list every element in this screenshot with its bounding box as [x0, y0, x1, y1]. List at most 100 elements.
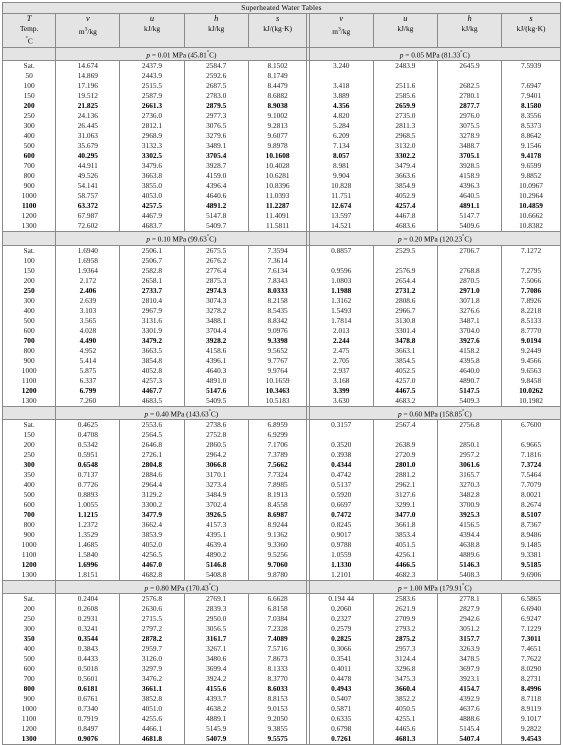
cell-left-h: 3066.8 — [183, 460, 249, 471]
cell-right-h: 2780.1 — [436, 91, 503, 102]
cell-temperature: 700 — [1, 335, 57, 346]
cell-left-s: 9.1362 — [247, 530, 308, 541]
cell-left-h: 4891.0 — [183, 375, 249, 386]
cell-right-v: 3.168 — [308, 375, 374, 386]
pressure-header-temp-spacer-1 — [1, 231, 57, 246]
cell-left-u: 2506.7 — [119, 255, 185, 266]
cell-right-h: 3278.9 — [436, 131, 503, 142]
cell-right-h: 3478.5 — [436, 654, 503, 665]
cell-left-u: 2726.1 — [119, 450, 185, 461]
cell-temperature: 500 — [1, 315, 57, 326]
cell-right-v: 1.5493 — [308, 305, 374, 316]
cell-right-v: 0.8245 — [308, 520, 374, 531]
table-row: 1300 0.9076 4681.8 5407.9 9.5575 0.7261 4681.3… — [1, 734, 561, 745]
cell-left-v: 1.4685 — [55, 540, 121, 551]
cell-left-v: 19.512 — [55, 91, 121, 102]
cell-right-s: 8.7118 — [501, 694, 561, 705]
cell-right-v: 0.7472 — [308, 510, 374, 521]
cell-left-s: 10.3463 — [247, 385, 308, 396]
table-row: 600 4.028 3301.9 3704.4 9.0976 2.013 3301.4 370… — [1, 325, 561, 336]
cell-right-u: 3124.4 — [372, 654, 438, 665]
cell-left-h: 2676.2 — [183, 255, 249, 266]
cell-left-h: 4393.7 — [183, 694, 249, 705]
cell-right-h: 2778.1 — [436, 593, 503, 605]
cell-left-s: 10.1659 — [247, 375, 308, 386]
cell-right-h: 4891.1 — [436, 201, 503, 212]
pressure-header-left-3: p = 0.80 MPa (170.43°C) — [55, 579, 308, 595]
water-tables-body: Superheated Water Tables T Temp. °C v m3/kg u k… — [1, 1, 562, 745]
cell-left-h: 2974.3 — [183, 285, 249, 296]
cell-left-h: 4157.3 — [183, 520, 249, 531]
cell-right-s: 9.3381 — [501, 550, 561, 561]
table-row: 400 3.103 2967.9 3278.2 8.5435 1.5493 2966.7 32… — [1, 305, 561, 316]
cell-left-v: 0.2404 — [55, 593, 121, 605]
cell-right-s: 7.9401 — [501, 91, 561, 102]
cell-left-s: 9.0976 — [247, 325, 308, 336]
table-row: 250 0.5951 2726.1 2964.2 7.3789 0.3938 2720.9 2… — [1, 450, 561, 461]
cell-right-u: 2576.9 — [372, 265, 438, 276]
cell-right-v: 3.240 — [308, 60, 374, 72]
pressure-header-left-2: p = 0.40 MPa (143.63°C) — [55, 405, 308, 421]
cell-right-s: 9.4566 — [501, 355, 561, 366]
cell-right-u: 2808.6 — [372, 295, 438, 306]
cell-left-h: 4155.6 — [183, 684, 249, 695]
cell-temperature: 900 — [1, 694, 57, 705]
cell-right-h: 4890.7 — [436, 375, 503, 386]
cell-right-s: 10.2964 — [501, 191, 561, 202]
cell-right-u: 3661.8 — [372, 520, 438, 531]
cell-temperature: 200 — [1, 101, 57, 112]
cell-temperature: 250 — [1, 450, 57, 461]
cell-left-v: 63.372 — [55, 201, 121, 212]
table-row: 900 54.141 3855.0 4396.4 10.8396 10.828 3854.9… — [1, 181, 561, 192]
cell-right-h: 2957.2 — [436, 450, 503, 461]
cell-temperature: 350 — [1, 634, 57, 645]
table-row: 1000 58.757 4053.0 4640.6 11.0393 11.751 4052.… — [1, 191, 561, 202]
table-row: 400 0.7726 2964.4 3273.4 7.8985 0.5137 2962.1 3… — [1, 480, 561, 491]
cell-right-u: 2654.4 — [372, 275, 438, 286]
cell-temperature: 1000 — [1, 540, 57, 551]
table-row: 150 19.512 2587.9 2783.0 8.6882 3.889 2585.6 27… — [1, 91, 561, 102]
cell-temperature: 500 — [1, 654, 57, 665]
cell-right-h: 3061.6 — [436, 460, 503, 471]
cell-right-s: 9.8458 — [501, 375, 561, 386]
cell-left-s: 10.6281 — [247, 171, 308, 182]
cell-right-u: 3301.4 — [372, 325, 438, 336]
pressure-header-right-3: p = 1.00 MPa (179.91°C) — [308, 579, 562, 595]
cell-left-s: 9.3855 — [247, 724, 308, 735]
cell-temperature: 1100 — [1, 550, 57, 561]
cell-right-h: 2870.5 — [436, 275, 503, 286]
cell-left-s: 7.0384 — [247, 614, 308, 625]
cell-right-s: 8.3556 — [501, 111, 561, 122]
cell-left-u: 3853.9 — [119, 530, 185, 541]
cell-right-u — [372, 255, 438, 266]
cell-left-s: 9.6077 — [247, 131, 308, 142]
table-row: 250 0.2931 2715.5 2950.0 7.0384 0.2327 2709.9 2… — [1, 614, 561, 625]
cell-right-h — [436, 255, 503, 266]
cell-left-h: 4638.2 — [183, 704, 249, 715]
cell-left-v: 14.869 — [55, 71, 121, 82]
cell-right-v: 0.8857 — [308, 245, 374, 256]
cell-right-s: 10.6662 — [501, 211, 561, 222]
table-row: 900 5.414 3854.8 4396.1 9.7767 2.705 3854.5 439… — [1, 355, 561, 366]
pressure-header-temp-spacer-2 — [1, 405, 57, 421]
cell-left-h: 2675.5 — [183, 245, 249, 256]
cell-left-h: 4640.3 — [183, 365, 249, 376]
cell-temperature: 900 — [1, 181, 57, 192]
cell-temperature: 300 — [1, 624, 57, 635]
cell-temperature: 300 — [1, 121, 57, 132]
cell-left-v: 0.5601 — [55, 674, 121, 685]
cell-right-h: 3923.1 — [436, 674, 503, 685]
cell-right-u: 3302.2 — [372, 151, 438, 162]
cell-right-v: 3.630 — [308, 395, 374, 407]
pressure-header-left-1: p = 0.10 MPa (99.63°C) — [55, 231, 308, 246]
cell-right-v: 0.4742 — [308, 470, 374, 481]
table-row: 200 0.2608 2630.6 2839.3 6.8158 0.2060 2621.9 2… — [1, 604, 561, 615]
cell-right-v: 0.4943 — [308, 684, 374, 695]
cell-left-h: 5145.9 — [183, 724, 249, 735]
cell-left-v: 4.490 — [55, 335, 121, 346]
cell-left-v: 1.6940 — [55, 245, 121, 256]
cell-right-v: 1.0803 — [308, 275, 374, 286]
cell-left-u: 2564.5 — [119, 430, 185, 441]
cell-right-u: 4465.6 — [372, 724, 438, 735]
cell-right-s: 7.1229 — [501, 624, 561, 635]
